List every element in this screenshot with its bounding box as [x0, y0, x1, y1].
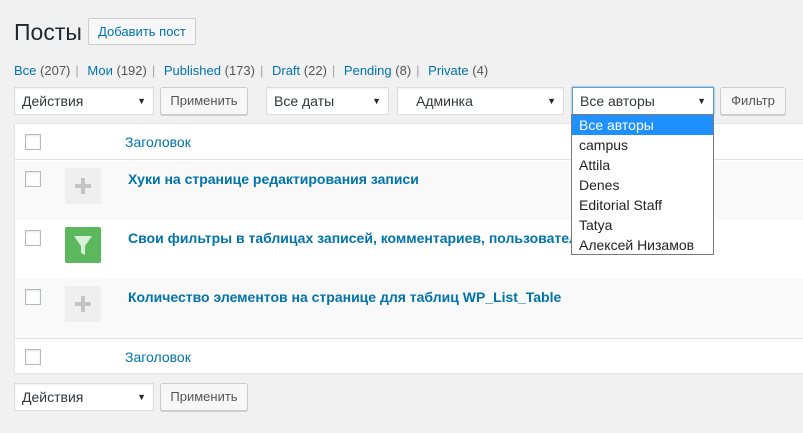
apply-button[interactable]: Применить	[160, 87, 248, 115]
view-draft-count: (22)	[303, 63, 327, 78]
view-all-link[interactable]: Все	[14, 63, 36, 78]
view-published-link[interactable]: Published	[164, 63, 221, 78]
post-title-link[interactable]: Свои фильтры в таблицах записей, коммент…	[128, 230, 598, 246]
separator: |	[259, 63, 264, 78]
view-published-count: (173)	[224, 63, 255, 78]
author-option[interactable]: Все авторы	[572, 115, 713, 135]
author-option[interactable]: campus	[572, 135, 713, 155]
separator: |	[151, 63, 156, 78]
view-private-link[interactable]: Private	[428, 63, 468, 78]
category-filter-value: Админка	[416, 93, 473, 109]
view-private-count: (4)	[472, 63, 489, 78]
row-checkbox[interactable]	[25, 171, 41, 187]
view-pending-count: (8)	[395, 63, 412, 78]
bulk-actions-select-bottom[interactable]: Действия ▼	[14, 383, 154, 411]
author-filter-value: Все авторы	[580, 93, 655, 109]
filter-button[interactable]: Фильтр	[720, 87, 786, 115]
table-row: Количество элементов на странице для таб…	[15, 279, 803, 338]
author-option[interactable]: Attila	[572, 155, 713, 175]
bulk-actions-select[interactable]: Действия ▼	[14, 87, 154, 115]
separator: |	[416, 63, 420, 78]
category-filter-select[interactable]: Админка ▼	[397, 87, 564, 115]
row-checkbox[interactable]	[25, 289, 41, 305]
page-title: Посты	[14, 19, 82, 45]
dropdown-arrow-icon: ▼	[137, 96, 146, 106]
separator: |	[75, 63, 79, 78]
separator: |	[331, 63, 336, 78]
date-filter-select[interactable]: Все даты ▼	[266, 87, 389, 115]
plus-icon	[65, 168, 101, 204]
date-filter-value: Все даты	[274, 93, 335, 109]
author-option[interactable]: Editorial Staff	[572, 195, 713, 215]
column-title-footer[interactable]: Заголовок	[125, 349, 191, 365]
plus-icon	[65, 286, 101, 322]
select-all-checkbox[interactable]	[25, 134, 41, 150]
filter-icon	[65, 227, 101, 263]
author-option[interactable]: Алексей Низамов	[572, 235, 713, 255]
post-title-link[interactable]: Количество элементов на странице для таб…	[128, 289, 561, 305]
bulk-actions-value-bottom: Действия	[22, 389, 84, 405]
dropdown-arrow-icon: ▼	[547, 96, 556, 106]
row-checkbox[interactable]	[25, 230, 41, 246]
select-all-checkbox-bottom[interactable]	[25, 349, 41, 365]
view-pending-link[interactable]: Pending	[344, 63, 392, 78]
bulk-actions-value: Действия	[22, 93, 84, 109]
view-draft-link[interactable]: Draft	[272, 63, 300, 78]
author-dropdown-list: Все авторы campus Attila Denes Editorial…	[571, 114, 714, 255]
post-title-link[interactable]: Хуки на странице редактирования записи	[128, 171, 419, 187]
view-mine-count: (192)	[116, 63, 147, 78]
author-filter-select[interactable]: Все авторы ▼	[572, 87, 714, 115]
table-footer: Заголовок	[15, 338, 803, 374]
apply-button-bottom[interactable]: Применить	[160, 383, 248, 411]
dropdown-arrow-icon: ▼	[372, 96, 381, 106]
add-new-post-button[interactable]: Добавить пост	[88, 18, 196, 45]
dropdown-arrow-icon: ▼	[697, 96, 706, 106]
dropdown-arrow-icon: ▼	[137, 392, 146, 402]
post-status-views: Все (207) | Мои (192) | Published (173) | D…	[14, 62, 488, 80]
view-mine-link[interactable]: Мои	[87, 63, 112, 78]
author-option[interactable]: Tatya	[572, 215, 713, 235]
author-option[interactable]: Denes	[572, 175, 713, 195]
view-all-count: (207)	[40, 63, 71, 78]
column-title-header[interactable]: Заголовок	[125, 134, 191, 150]
